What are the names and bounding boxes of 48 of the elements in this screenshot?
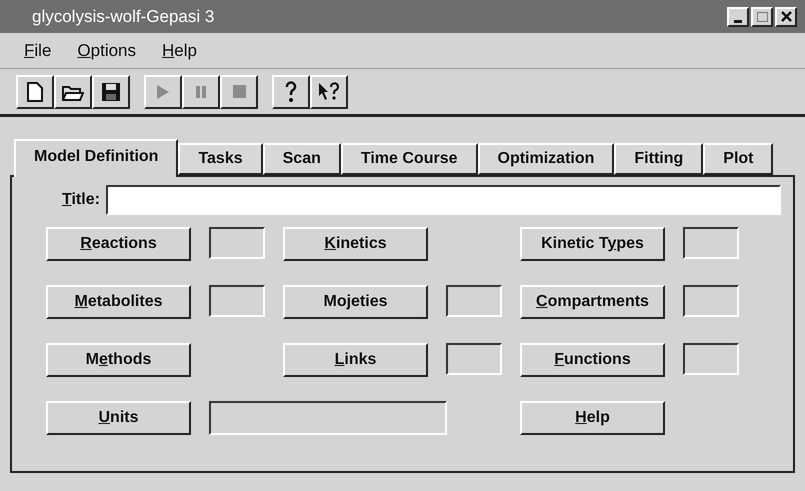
tab[interactable]: Optimization — [478, 143, 614, 175]
tab[interactable]: Scan — [262, 143, 341, 175]
count-field — [683, 227, 739, 259]
pause-icon — [195, 84, 207, 98]
dialog-button[interactable]: Units — [46, 401, 191, 435]
toolbar-button[interactable] — [92, 74, 130, 108]
toolbar-button[interactable] — [272, 74, 310, 108]
dialog-button[interactable]: Help — [520, 401, 665, 435]
play-icon — [156, 84, 170, 100]
close-icon — [780, 11, 792, 22]
dialog-button[interactable]: Metabolites — [46, 285, 191, 319]
toolbar-button[interactable] — [16, 74, 54, 108]
menu-item[interactable]: Help — [162, 38, 197, 64]
toolbar-button[interactable] — [54, 74, 92, 108]
menu-item[interactable]: Options — [77, 38, 136, 64]
dialog-button[interactable]: Mojeties — [283, 285, 428, 319]
pointer-question-icon — [317, 80, 341, 102]
count-field — [209, 227, 265, 259]
count-field — [683, 343, 739, 375]
count-field — [446, 285, 502, 317]
toolbar-button[interactable] — [310, 74, 348, 108]
dialog-button[interactable]: Kinetic Types — [520, 227, 665, 261]
dialog-button[interactable]: Functions — [520, 343, 665, 377]
menu-item[interactable]: File — [24, 38, 52, 64]
tab[interactable]: Fitting — [614, 143, 704, 175]
count-field — [683, 285, 739, 317]
dialog-button[interactable]: Methods — [46, 343, 191, 377]
dialog-button[interactable]: Kinetics — [283, 227, 428, 261]
minimize-button[interactable] — [727, 6, 749, 26]
tab[interactable]: Tasks — [178, 143, 263, 175]
new-document-icon — [27, 82, 43, 102]
question-mark-icon — [284, 80, 298, 102]
count-field — [209, 285, 265, 317]
maximize-button[interactable] — [751, 6, 773, 26]
tab[interactable]: Model Definition — [14, 139, 178, 177]
title-input[interactable] — [106, 185, 781, 215]
stop-icon — [232, 85, 246, 98]
dialog-button[interactable]: Reactions — [46, 227, 191, 261]
window-title: glycolysis-wolf-Gepasi 3 — [32, 6, 214, 28]
maximize-icon — [756, 12, 768, 22]
dialog-button[interactable]: Links — [283, 343, 428, 377]
count-field — [446, 343, 502, 375]
title-label: Title: — [62, 190, 100, 210]
tab[interactable]: Time Course — [340, 143, 478, 175]
close-button[interactable] — [775, 6, 797, 26]
minimize-icon — [734, 20, 742, 22]
dialog-button[interactable]: Compartments — [520, 285, 665, 319]
tab[interactable]: Plot — [703, 143, 774, 175]
